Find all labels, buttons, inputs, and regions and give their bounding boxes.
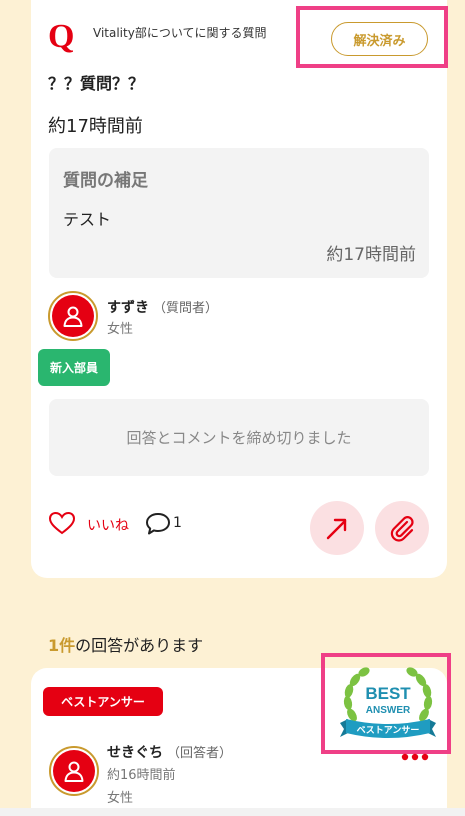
answerer-time: 約16時間前 bbox=[107, 768, 176, 783]
closed-message: 回答とコメントを締め切りました bbox=[49, 399, 429, 476]
question-category[interactable]: Vitality部についてに関する質問 bbox=[93, 24, 266, 41]
asker-name-line[interactable]: すずき （質問者） bbox=[107, 297, 218, 317]
share-button[interactable] bbox=[310, 501, 364, 555]
supplement-body: テスト bbox=[63, 210, 112, 229]
answerer-avatar[interactable] bbox=[49, 746, 99, 796]
answerer-role: （回答者） bbox=[167, 746, 233, 761]
asker-role: （質問者） bbox=[153, 301, 219, 316]
answerer-gender: 女性 bbox=[107, 791, 134, 806]
question-mark-icon: Q bbox=[48, 18, 75, 55]
share-arrow-icon bbox=[326, 518, 347, 540]
paperclip-icon bbox=[390, 516, 414, 542]
user-icon bbox=[63, 306, 83, 327]
comment-bubble-icon[interactable] bbox=[145, 512, 171, 536]
answerer-name[interactable]: せきぐち bbox=[107, 745, 163, 761]
bottom-strip bbox=[0, 808, 465, 816]
question-title: ？？質問？？ bbox=[48, 74, 145, 93]
like-heart-icon[interactable] bbox=[48, 511, 76, 535]
highlight-box-status bbox=[296, 6, 448, 68]
highlight-box-best-answer bbox=[321, 653, 451, 754]
user-icon bbox=[64, 761, 84, 782]
more-dots-icon[interactable] bbox=[401, 752, 429, 762]
supplement-heading: 質問の補足 bbox=[63, 171, 148, 191]
attach-button[interactable] bbox=[375, 501, 429, 555]
asker-name[interactable]: すずき bbox=[107, 300, 149, 316]
supplement-time: 約17時間前 bbox=[326, 245, 416, 265]
new-member-badge: 新入部員 bbox=[38, 349, 110, 386]
question-time: 約17時間前 bbox=[48, 116, 143, 137]
answer-count-suffix: の回答があります bbox=[75, 636, 204, 655]
question-supplement: 質問の補足 テスト 約17時間前 bbox=[49, 148, 429, 278]
answer-count-heading: 1件の回答があります bbox=[48, 632, 203, 656]
answer-count-number: 1件 bbox=[48, 636, 76, 655]
answerer-name-line[interactable]: せきぐち （回答者） bbox=[107, 742, 232, 762]
asker-avatar[interactable] bbox=[48, 291, 98, 341]
comment-count[interactable]: 1 bbox=[173, 515, 182, 531]
asker-gender: 女性 bbox=[107, 322, 134, 337]
like-button-label[interactable]: いいね bbox=[87, 515, 129, 535]
best-answer-tag: ベストアンサー bbox=[43, 687, 163, 716]
